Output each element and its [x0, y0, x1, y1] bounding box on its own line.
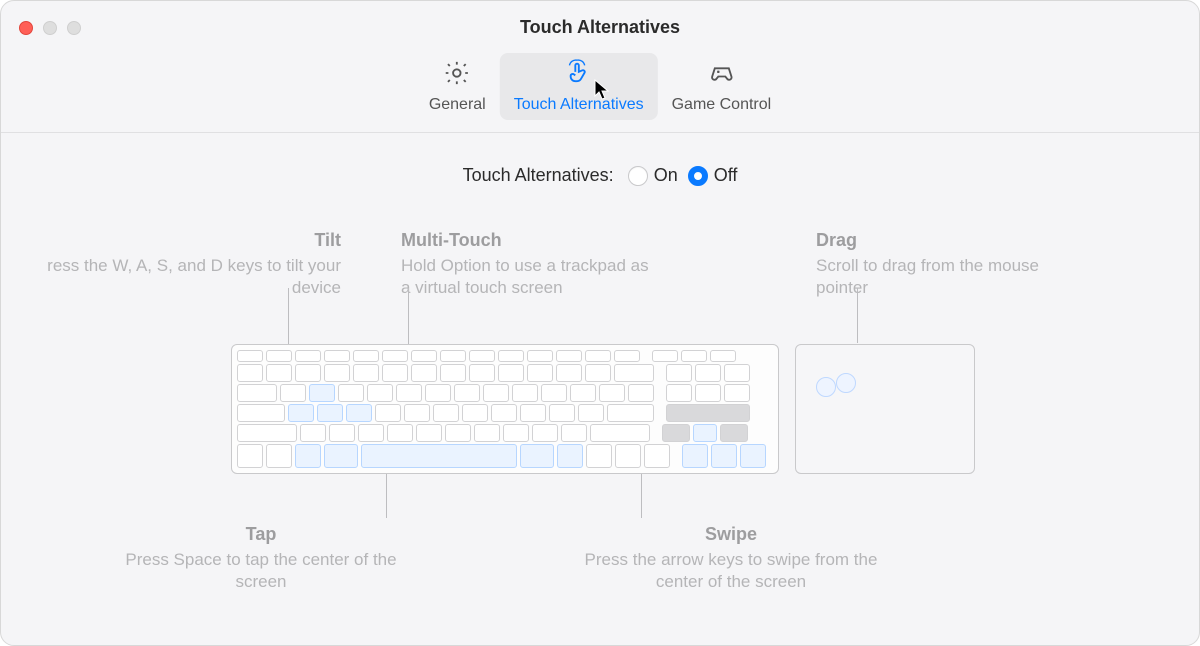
option-key: [557, 444, 583, 468]
preferences-window: Touch Alternatives General Touch Alterna…: [0, 0, 1200, 646]
hardware-diagram: [231, 344, 975, 474]
touch-alternatives-toggle: Touch Alternatives: On Off: [1, 165, 1199, 186]
radio-off-indicator: [688, 166, 708, 186]
section-drag: Drag Scroll to drag from the mouse point…: [816, 230, 1046, 299]
arrow-left-key: [682, 444, 708, 468]
touch-point-icon: [816, 377, 836, 397]
section-multi-touch: Multi-Touch Hold Option to use a trackpa…: [401, 230, 661, 299]
drag-title: Drag: [816, 230, 1046, 251]
tab-game-control[interactable]: Game Control: [658, 53, 786, 120]
lead-line: [857, 288, 858, 343]
keyboard-row: [237, 384, 773, 402]
tap-body: Press Space to tap the center of the scr…: [121, 549, 401, 593]
multi-body: Hold Option to use a trackpad as a virtu…: [401, 255, 661, 299]
arrow-right-key: [740, 444, 766, 468]
touch-point-icon: [836, 373, 856, 393]
multi-title: Multi-Touch: [401, 230, 661, 251]
tab-game-label: Game Control: [672, 96, 772, 114]
content-pane: Touch Alternatives: On Off Tilt ress the…: [1, 133, 1199, 646]
tab-general-label: General: [429, 96, 486, 114]
lead-line: [641, 474, 642, 518]
keyboard-row: [237, 444, 773, 468]
keyboard-illustration: [231, 344, 779, 474]
tab-general[interactable]: General: [415, 53, 500, 120]
section-tilt: Tilt ress the W, A, S, and D keys to til…: [41, 230, 341, 299]
toolbar-tabs: General Touch Alternatives Game Control: [415, 53, 785, 120]
window-title: Touch Alternatives: [1, 17, 1199, 38]
radio-on-label: On: [654, 165, 678, 186]
keyboard-row: [237, 404, 773, 422]
trackpad-illustration: [795, 344, 975, 474]
arrow-up-key: [693, 424, 717, 442]
description-area: Tilt ress the W, A, S, and D keys to til…: [1, 230, 1199, 610]
tap-title: Tap: [121, 524, 401, 545]
keyboard-row: [237, 350, 773, 362]
touch-hand-icon: [565, 59, 593, 92]
section-tap: Tap Press Space to tap the center of the…: [121, 524, 401, 593]
tilt-title: Tilt: [41, 230, 341, 251]
keyboard-row: [237, 364, 773, 382]
drag-body: Scroll to drag from the mouse pointer: [816, 255, 1046, 299]
arrow-down-key: [711, 444, 737, 468]
section-swipe: Swipe Press the arrow keys to swipe from…: [561, 524, 901, 593]
titlebar: Touch Alternatives General Touch Alterna…: [1, 1, 1199, 133]
radio-off-label: Off: [714, 165, 738, 186]
keyboard-row: [237, 424, 773, 442]
swipe-title: Swipe: [561, 524, 901, 545]
swipe-body: Press the arrow keys to swipe from the c…: [561, 549, 901, 593]
game-controller-icon: [707, 59, 735, 92]
toggle-label: Touch Alternatives:: [463, 165, 614, 186]
tab-touch-label: Touch Alternatives: [514, 96, 644, 114]
gear-icon: [443, 59, 471, 92]
space-key: [361, 444, 517, 468]
radio-off[interactable]: Off: [688, 165, 738, 186]
tilt-body: ress the W, A, S, and D keys to tilt you…: [41, 255, 341, 299]
option-key: [295, 444, 321, 468]
tab-touch-alternatives[interactable]: Touch Alternatives: [500, 53, 658, 120]
radio-on-indicator: [628, 166, 648, 186]
radio-on[interactable]: On: [628, 165, 678, 186]
lead-line: [386, 474, 387, 518]
